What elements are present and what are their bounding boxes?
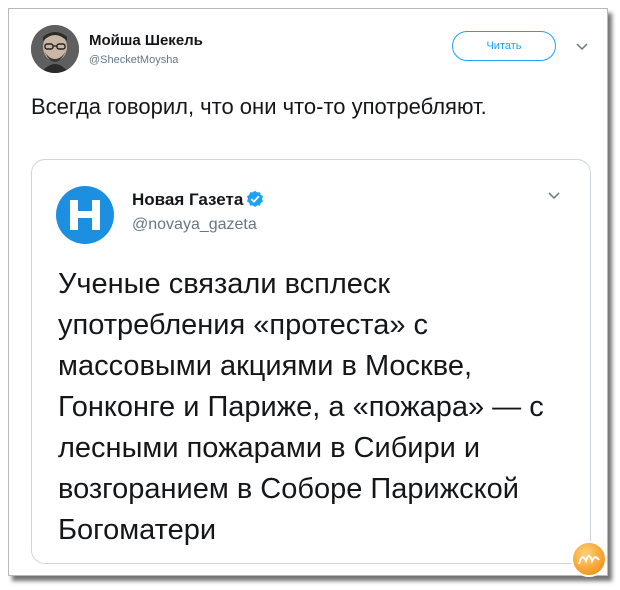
novaya-gazeta-logo-icon[interactable] xyxy=(56,186,114,244)
nyka-watermark-icon xyxy=(569,539,609,579)
quoted-author-name-text: Новая Газета xyxy=(132,190,244,209)
chevron-down-icon[interactable] xyxy=(546,188,562,204)
quoted-author-name[interactable]: Новая Газета xyxy=(132,190,264,213)
author-name[interactable]: Мойша Шекель xyxy=(89,32,203,49)
quoted-tweet[interactable]: Новая Газета @novaya_gazeta Ученые связа… xyxy=(31,159,591,564)
tweet-text: Всегда говорил, что они что-то употребля… xyxy=(31,94,487,119)
tweet-card: Мойша Шекель @ShecketMoysha Читать Всегд… xyxy=(8,8,609,579)
avatar[interactable] xyxy=(31,25,79,73)
quoted-tweet-text: Ученые связали всплеск употребления «про… xyxy=(58,268,544,546)
author-handle[interactable]: @ShecketMoysha xyxy=(89,54,178,66)
verified-badge-icon xyxy=(246,190,264,213)
chevron-down-icon[interactable] xyxy=(574,39,590,55)
quoted-author-handle[interactable]: @novaya_gazeta xyxy=(132,216,257,234)
follow-button[interactable]: Читать xyxy=(452,31,556,61)
